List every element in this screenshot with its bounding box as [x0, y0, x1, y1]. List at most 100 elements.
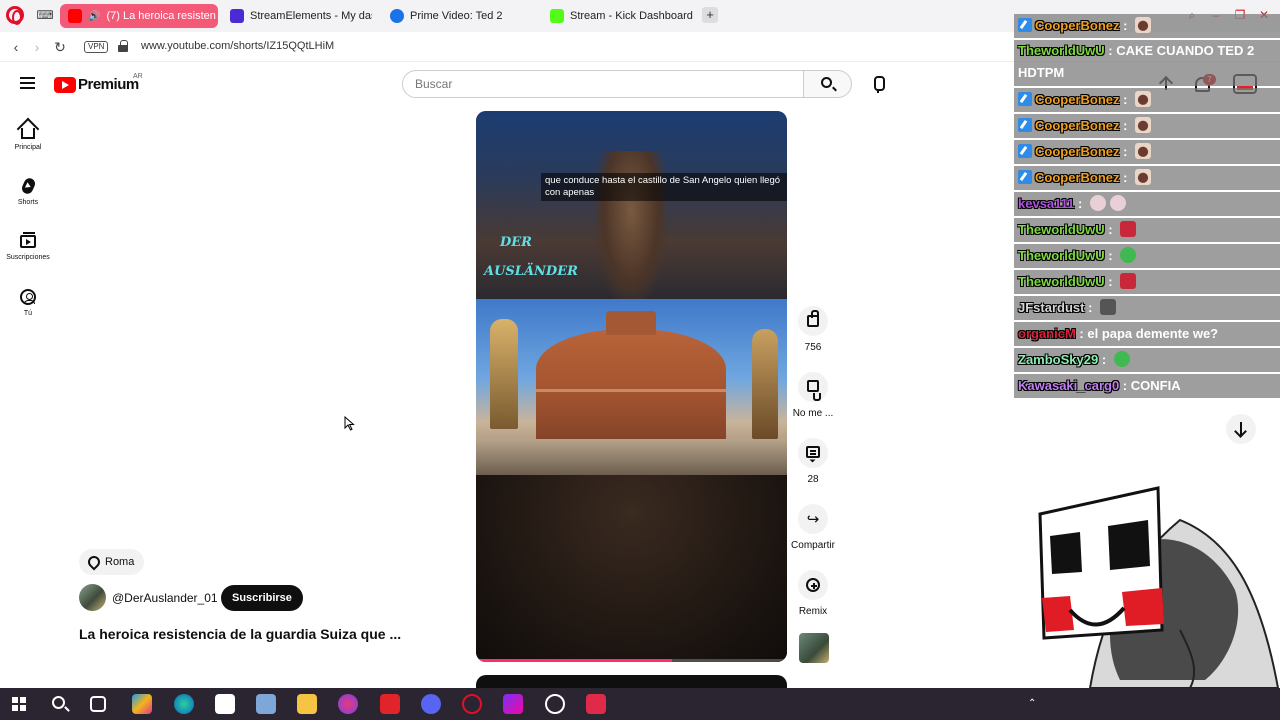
notepad-icon[interactable] — [256, 694, 276, 714]
share-icon: ↪ — [798, 504, 828, 534]
editor-icon[interactable] — [503, 694, 523, 714]
channel-name[interactable]: @DerAuslander_01 — [112, 591, 218, 605]
location-chip[interactable]: Roma — [79, 549, 145, 575]
discord-icon[interactable] — [421, 694, 441, 714]
task-view-icon[interactable] — [90, 696, 106, 712]
chat-username[interactable]: TheworldUwU — [1018, 274, 1105, 289]
short-video-player[interactable]: que conduce hasta el castillo de San Ang… — [476, 111, 787, 662]
tab-label: StreamElements - My das — [250, 10, 372, 22]
streamelements-favicon-icon — [230, 9, 244, 23]
chat-separator: : — [1119, 144, 1132, 159]
tab-prime-video[interactable]: Prime Video: Ted 2 — [382, 4, 532, 28]
home-icon — [19, 122, 37, 140]
chat-text: el papa demente we? — [1087, 326, 1219, 341]
search-button[interactable] — [804, 70, 852, 98]
url-field[interactable]: www.youtube.com/shorts/IZ15QQtLHiM — [141, 40, 334, 52]
chat-separator: : — [1074, 196, 1086, 211]
edge-icon[interactable] — [174, 694, 194, 714]
chat-separator: : — [1104, 222, 1117, 237]
subscribe-button[interactable]: Suscribirse — [221, 585, 303, 611]
sidebar-item-home[interactable]: Principal — [0, 122, 56, 151]
video-progress-fill — [476, 659, 672, 662]
chat-username[interactable]: TheworldUwU — [1018, 222, 1105, 237]
video-progress-bar[interactable] — [476, 659, 787, 662]
taskbar-search-icon[interactable] — [52, 696, 65, 709]
chat-separator: : — [1084, 300, 1097, 315]
store-icon[interactable] — [215, 694, 235, 714]
chat-username[interactable]: Kawasaki_carg0 — [1018, 378, 1119, 393]
remix-label: Remix — [798, 606, 828, 617]
chat-username[interactable]: CooperBonez — [1035, 92, 1120, 107]
tab-label: Stream - Kick Dashboard — [570, 10, 693, 22]
chat-username[interactable]: TheworldUwU — [1018, 248, 1105, 263]
sidebar-item-label: Principal — [14, 144, 42, 151]
chat-username[interactable]: CooperBonez — [1035, 118, 1120, 133]
chat-emote-icon — [1135, 91, 1152, 107]
chat-badge-icon — [1018, 18, 1032, 32]
app-icon[interactable] — [338, 694, 358, 714]
system-tray[interactable]: ⌃ — [1028, 698, 1036, 709]
chat-message: organicM : el papa demente we? — [1014, 322, 1280, 346]
search-input[interactable]: Buscar — [402, 70, 804, 98]
chat-username[interactable]: CooperBonez — [1035, 170, 1120, 185]
youtube-premium-logo[interactable]: Premium — [54, 76, 139, 93]
chat-username[interactable]: CooperBonez — [1035, 18, 1120, 33]
like-button[interactable]: 756 — [790, 306, 836, 353]
back-icon[interactable]: ‹ — [7, 38, 25, 56]
chat-message: TheworldUwU : — [1014, 218, 1280, 242]
share-label: Compartir — [791, 540, 835, 551]
lock-icon[interactable] — [118, 40, 128, 52]
chat-username[interactable]: organicM — [1018, 326, 1076, 341]
chat-badge-icon — [1018, 170, 1032, 184]
share-button[interactable]: ↪ Compartir — [786, 504, 840, 551]
chat-username[interactable]: CooperBonez — [1035, 144, 1120, 159]
location-label: Roma — [105, 556, 135, 568]
chat-username[interactable]: ZamboSky29 — [1018, 352, 1098, 367]
forward-icon[interactable]: › — [28, 38, 46, 56]
next-short-button[interactable] — [1226, 414, 1256, 444]
sidebar-item-you[interactable]: Tú — [0, 288, 56, 317]
vpn-badge[interactable]: VPN — [84, 41, 109, 53]
chat-emote-icon — [1120, 221, 1137, 237]
tab-youtube[interactable]: 🔊 (7) La heroica resisten — [60, 4, 218, 28]
tab-streamelements[interactable]: StreamElements - My das — [222, 4, 372, 28]
chat-message: CooperBonez : — [1014, 88, 1280, 112]
video-title[interactable]: La heroica resistencia de la guardia Sui… — [79, 626, 401, 642]
tab-kick-dashboard[interactable]: Stream - Kick Dashboard — [542, 4, 698, 28]
kick-favicon-icon — [550, 9, 564, 23]
opera-taskbar-icon[interactable] — [462, 694, 482, 714]
file-explorer-icon[interactable] — [297, 694, 317, 714]
video-subtitle: que conduce hasta el castillo de San Ang… — [541, 173, 787, 201]
chat-message: CooperBonez : — [1014, 166, 1280, 190]
channel-avatar[interactable] — [79, 584, 106, 611]
windows-start-icon[interactable] — [12, 697, 26, 711]
wps-icon[interactable] — [380, 694, 400, 714]
youtube-favicon-icon — [68, 9, 82, 23]
streamlabs-icon[interactable] — [586, 694, 606, 714]
dislike-icon — [798, 372, 828, 402]
chat-message: TheworldUwU : — [1014, 244, 1280, 268]
opera-logo-icon[interactable] — [6, 6, 24, 25]
sidebar-item-label: Shorts — [17, 199, 39, 206]
chat-username[interactable]: JFstardust — [1018, 300, 1084, 315]
speaker-icon[interactable]: 🔊 — [88, 11, 100, 22]
new-tab-button[interactable]: + — [702, 7, 718, 23]
channel-thumbnail[interactable] — [799, 633, 829, 663]
chat-emote-icon — [1109, 195, 1126, 211]
chat-emote-icon — [1089, 195, 1106, 211]
copilot-icon[interactable] — [132, 694, 152, 714]
chat-username[interactable]: TheworldUwU — [1018, 43, 1105, 58]
subscriptions-icon — [19, 232, 37, 250]
region-code: AR — [133, 73, 143, 80]
sidebar-item-shorts[interactable]: Shorts — [0, 176, 56, 206]
voice-search-icon[interactable] — [864, 70, 892, 98]
gamepad-icon[interactable]: ⌨ — [36, 8, 54, 22]
dislike-button[interactable]: No me ... — [790, 372, 836, 419]
comments-button[interactable]: 28 — [790, 438, 836, 485]
menu-icon[interactable] — [20, 77, 35, 89]
reload-icon[interactable]: ↻ — [51, 38, 69, 56]
obs-icon[interactable] — [545, 694, 565, 714]
chat-username[interactable]: kevsa111 — [1018, 196, 1074, 211]
remix-button[interactable]: Remix — [790, 570, 836, 617]
sidebar-item-subscriptions[interactable]: Suscripciones — [0, 232, 56, 261]
